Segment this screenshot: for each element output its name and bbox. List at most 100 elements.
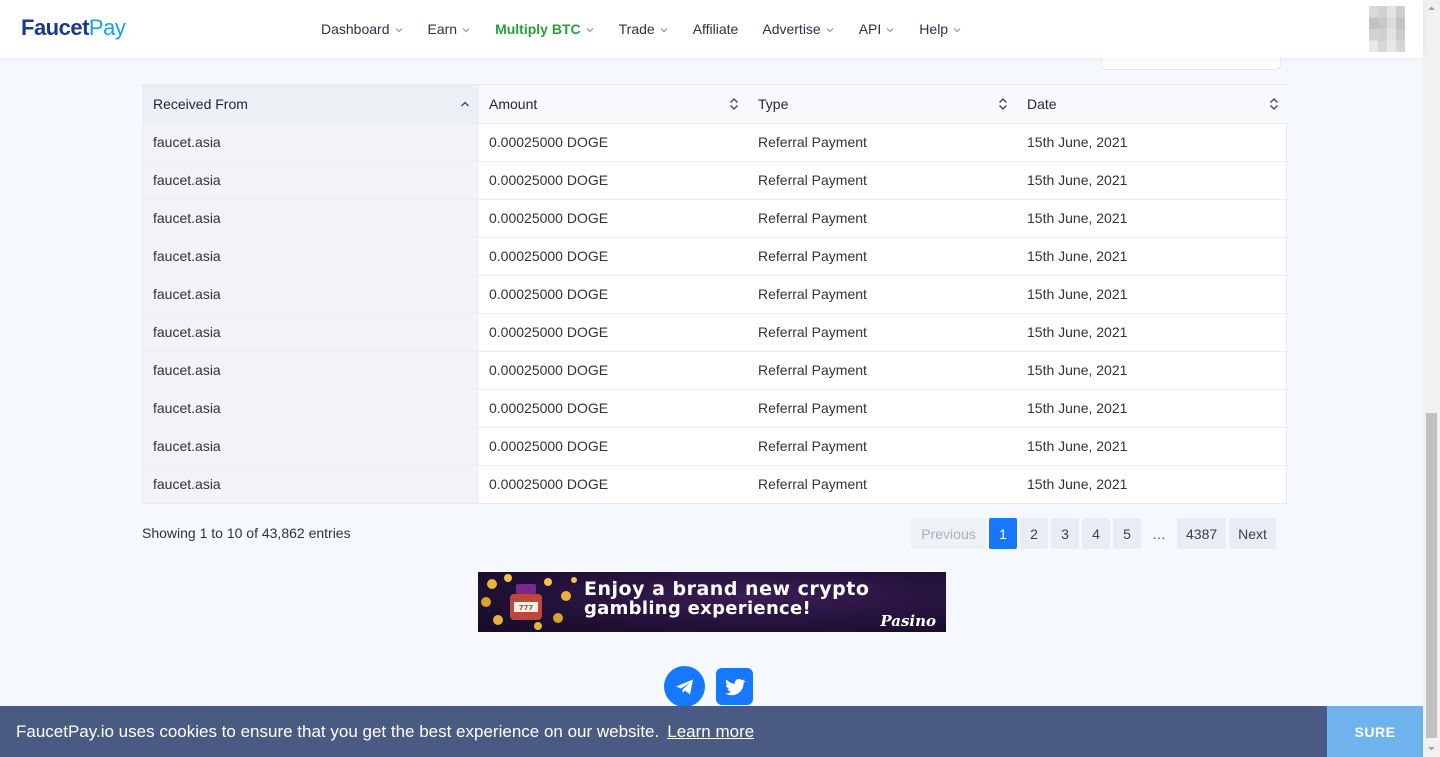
sort-both-icon xyxy=(997,97,1009,111)
scroll-up-arrow-icon[interactable] xyxy=(1423,0,1440,17)
page-scrollbar[interactable] xyxy=(1423,0,1440,757)
telegram-icon xyxy=(675,679,693,694)
amount-cell: 0.00025000 DOGE xyxy=(489,476,609,493)
date-cell: 15th June, 2021 xyxy=(1017,161,1288,200)
date-cell: 15th June, 2021 xyxy=(1017,275,1288,314)
amount-cell: 0.00025000 DOGE xyxy=(479,161,748,200)
chevron-down-icon xyxy=(659,25,669,35)
svg-text:777: 777 xyxy=(519,604,534,612)
nav-item-label: Earn xyxy=(427,21,458,37)
received-from-cell: faucet.asia xyxy=(143,351,479,390)
received-from-cell: faucet.asia xyxy=(143,123,479,162)
table-row: faucet.asia 0.00025000 DOGE Referral Payme… xyxy=(143,351,1288,390)
pasino-banner-ad[interactable]: 777 Enjoy a brand new crypto gambling ex… xyxy=(478,572,946,632)
chevron-down-icon xyxy=(825,25,835,35)
faucetpay-logo[interactable]: FaucetPay xyxy=(21,15,126,41)
date-cell: 15th June, 2021 xyxy=(1017,427,1288,466)
received-from-cell: faucet.asia xyxy=(143,237,479,276)
logo-text-faucet: Faucet xyxy=(21,15,89,40)
amount-cell: 0.00025000 DOGE xyxy=(479,389,748,428)
type-cell: Referral Payment xyxy=(748,313,1017,352)
entries-info: Showing 1 to 10 of 43,862 entries xyxy=(142,525,351,541)
amount-cell: 0.00025000 DOGE xyxy=(479,123,748,162)
chevron-down-icon xyxy=(461,25,471,35)
table-row: faucet.asia 0.00025000 DOGE Referral Payme… xyxy=(143,427,1288,466)
last-page-button[interactable]: 4387 xyxy=(1177,518,1227,549)
page-2-button[interactable]: 2 xyxy=(1020,518,1048,549)
page-1-button[interactable]: 1 xyxy=(989,518,1017,549)
nav-item-affiliate[interactable]: Affiliate xyxy=(681,0,751,58)
cookie-message-text: FaucetPay.io uses cookies to ensure that… xyxy=(16,722,660,741)
column-header-label: Received From xyxy=(153,95,248,112)
page-5-button[interactable]: 5 xyxy=(1113,518,1141,549)
scroll-down-arrow-icon[interactable] xyxy=(1423,740,1440,757)
learn-more-link[interactable]: Learn more xyxy=(667,722,754,741)
table-row: faucet.asia 0.00025000 DOGE Referral Payme… xyxy=(143,199,1288,238)
nav-item-label: Help xyxy=(919,21,949,37)
type-cell: Referral Payment xyxy=(758,476,867,493)
pagination-ellipsis: … xyxy=(1152,525,1166,542)
nav-item-multiply-btc[interactable]: Multiply BTC xyxy=(483,0,607,58)
nav-item-label: Affiliate xyxy=(692,21,739,37)
type-cell: Referral Payment xyxy=(748,427,1017,466)
telegram-link[interactable] xyxy=(664,666,705,707)
amount-cell: 0.00025000 DOGE xyxy=(479,351,748,390)
date-cell: 15th June, 2021 xyxy=(1017,313,1288,352)
previous-page-button[interactable]: Previous xyxy=(911,518,986,549)
next-page-button[interactable]: Next xyxy=(1229,518,1276,549)
received-from-cell: faucet.asia xyxy=(143,389,479,428)
received-from-cell: faucet.asia xyxy=(143,275,479,314)
page-4-button[interactable]: 4 xyxy=(1082,518,1110,549)
column-header-amount[interactable]: Amount xyxy=(479,85,748,124)
table-row: faucet.asia 0.00025000 DOGE Referral Payme… xyxy=(143,161,1288,200)
twitter-link[interactable] xyxy=(716,668,753,705)
column-header-date[interactable]: Date xyxy=(1017,85,1288,124)
type-cell: Referral Payment xyxy=(748,237,1017,276)
nav-item-label: Multiply BTC xyxy=(495,21,581,37)
received-from-cell: faucet.asia xyxy=(143,161,479,200)
nav-item-advertise[interactable]: Advertise xyxy=(750,0,846,58)
banner-brand: Pasino xyxy=(880,612,936,630)
nav-item-api[interactable]: API xyxy=(847,0,908,58)
accept-cookies-button[interactable]: SURE xyxy=(1327,706,1423,757)
table-row: faucet.asia 0.00025000 DOGE Referral Payme… xyxy=(143,389,1288,428)
user-avatar[interactable] xyxy=(1369,6,1405,52)
table-header-row: Received From Amount Type Date xyxy=(143,85,1288,124)
column-header-label: Date xyxy=(1027,95,1057,112)
type-cell: Referral Payment xyxy=(748,199,1017,238)
scrollbar-thumb[interactable] xyxy=(1426,413,1437,738)
nav-item-label: Trade xyxy=(618,21,655,37)
column-header-label: Type xyxy=(758,95,789,112)
date-cell: 15th June, 2021 xyxy=(1017,389,1288,428)
chevron-down-icon xyxy=(885,25,895,35)
pagination: Previous 12345 … 4387 Next xyxy=(911,518,1276,549)
received-from-cell: faucet.asia xyxy=(143,313,479,352)
casino-coins-graphic: 777 xyxy=(481,574,577,630)
page-3-button[interactable]: 3 xyxy=(1051,518,1079,549)
column-header-type[interactable]: Type xyxy=(748,85,1017,124)
chevron-down-icon xyxy=(585,25,595,35)
type-cell: Referral Payment xyxy=(748,389,1017,428)
nav-item-dashboard[interactable]: Dashboard xyxy=(309,0,416,58)
amount-cell: 0.00025000 DOGE xyxy=(479,427,748,466)
nav-item-label: Advertise xyxy=(762,21,821,37)
top-navbar: FaucetPay Dashboard Earn Multiply BTC Trade… xyxy=(0,0,1423,58)
received-from-cell: faucet.asia xyxy=(143,465,479,503)
social-links xyxy=(664,666,753,707)
table-row: faucet.asia 0.00025000 DOGE Referral Payme… xyxy=(143,123,1288,162)
main-nav: Dashboard Earn Multiply BTC Trade Affiliate A… xyxy=(309,0,974,58)
amount-cell: 0.00025000 DOGE xyxy=(479,313,748,352)
nav-item-trade[interactable]: Trade xyxy=(607,0,681,58)
amount-cell: 0.00025000 DOGE xyxy=(479,275,748,314)
nav-item-help[interactable]: Help xyxy=(907,0,974,58)
nav-item-earn[interactable]: Earn xyxy=(416,0,484,58)
twitter-icon xyxy=(724,678,746,695)
column-header-received-from[interactable]: Received From xyxy=(143,85,479,124)
amount-cell: 0.00025000 DOGE xyxy=(479,199,748,238)
cookie-message: FaucetPay.io uses cookies to ensure that… xyxy=(16,722,754,742)
table-row: faucet.asia 0.00025000 DOGE Referral Payme… xyxy=(143,237,1288,276)
banner-headline: Enjoy a brand new crypto xyxy=(584,578,870,600)
received-from-cell: faucet.asia xyxy=(143,199,479,238)
nav-item-label: API xyxy=(858,21,882,37)
table-row: faucet.asia 0.00025000 DOGE Referral Payme… xyxy=(143,465,1288,503)
